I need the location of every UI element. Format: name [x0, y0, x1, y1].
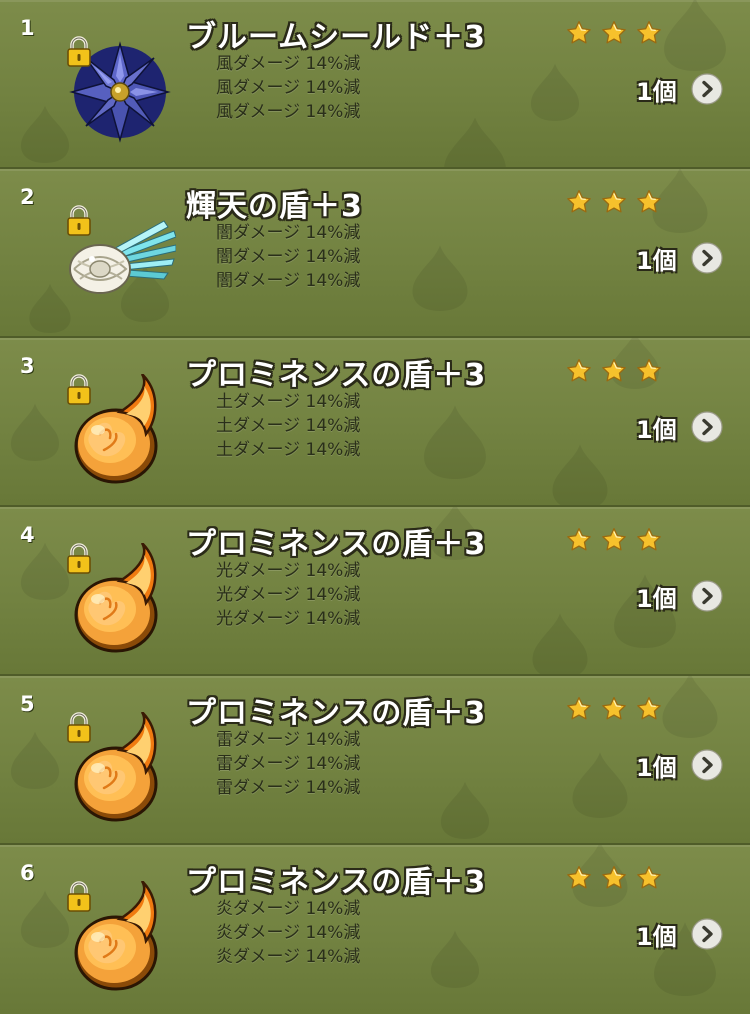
row-index: 5	[20, 692, 35, 716]
effect-list: 闇ダメージ 14%減 闇ダメージ 14%減 闇ダメージ 14%減	[216, 221, 360, 293]
effect-line: 光ダメージ 14%減	[216, 585, 361, 605]
star-icon	[636, 358, 662, 384]
star-icon	[566, 20, 592, 46]
effect-line: 土ダメージ 14%減	[216, 392, 361, 412]
lock-icon	[66, 543, 92, 575]
star-rating	[566, 358, 662, 384]
row-index: 6	[20, 861, 35, 885]
star-rating	[566, 20, 662, 46]
star-icon	[601, 189, 627, 215]
effect-line: 光ダメージ 14%減	[216, 609, 361, 629]
effect-line: 光ダメージ 14%減	[216, 561, 361, 581]
item-icon-container[interactable]	[64, 881, 176, 993]
star-icon	[636, 527, 662, 553]
effect-line: 土ダメージ 14%減	[216, 416, 361, 436]
effect-line: 炎ダメージ 14%減	[216, 947, 361, 967]
item-name: プロミネンスの盾＋3	[186, 358, 487, 393]
lock-icon	[66, 205, 92, 237]
effect-line: 風ダメージ 14%減	[216, 78, 361, 98]
row-index: 2	[20, 185, 35, 209]
star-icon	[601, 865, 627, 891]
chevron-right-icon[interactable]	[691, 73, 723, 105]
star-icon	[566, 189, 592, 215]
effect-line: 風ダメージ 14%減	[216, 54, 361, 74]
chevron-right-icon[interactable]	[691, 242, 723, 274]
equipment-list: 1 ブルームシールド＋3 風ダメージ 14%減 風ダメージ 14%減 風ダメージ…	[0, 0, 750, 1014]
equipment-row-3[interactable]: 3 プロミネンスの盾＋3 土ダメージ 14%減 土ダメージ 14%減 土ダメージ…	[0, 338, 750, 507]
effect-line: 闇ダメージ 14%減	[216, 223, 361, 243]
star-icon	[566, 865, 592, 891]
effect-line: 土ダメージ 14%減	[216, 440, 361, 460]
star-icon	[601, 20, 627, 46]
item-count: 1個	[636, 247, 677, 275]
lock-icon	[66, 881, 92, 913]
lock-icon	[66, 712, 92, 744]
star-icon	[636, 189, 662, 215]
item-name: プロミネンスの盾＋3	[186, 527, 487, 562]
star-icon	[601, 696, 627, 722]
star-icon	[601, 358, 627, 384]
item-name: プロミネンスの盾＋3	[186, 865, 487, 900]
effect-line: 炎ダメージ 14%減	[216, 923, 361, 943]
row-index: 1	[20, 16, 35, 40]
effect-line: 雷ダメージ 14%減	[216, 730, 361, 750]
item-icon-container[interactable]	[64, 712, 176, 824]
item-name: ブルームシールド＋3	[186, 20, 486, 55]
item-icon-container[interactable]	[64, 374, 176, 486]
effect-line: 風ダメージ 14%減	[216, 102, 361, 122]
item-name: プロミネンスの盾＋3	[186, 696, 487, 731]
star-icon	[566, 358, 592, 384]
effect-line: 闇ダメージ 14%減	[216, 271, 361, 291]
effect-list: 光ダメージ 14%減 光ダメージ 14%減 光ダメージ 14%減	[216, 559, 360, 631]
star-icon	[566, 696, 592, 722]
equipment-row-2[interactable]: 2 輝天の盾＋3 闇ダメージ 14%減 闇ダメージ 14%減 闇ダメージ 14%…	[0, 169, 750, 338]
item-count: 1個	[636, 585, 677, 613]
effect-line: 炎ダメージ 14%減	[216, 899, 361, 919]
item-count: 1個	[636, 923, 677, 951]
row-index: 4	[20, 523, 35, 547]
effect-line: 雷ダメージ 14%減	[216, 778, 361, 798]
star-icon	[636, 20, 662, 46]
effect-list: 炎ダメージ 14%減 炎ダメージ 14%減 炎ダメージ 14%減	[216, 897, 360, 969]
chevron-right-icon[interactable]	[691, 580, 723, 612]
equipment-row-6[interactable]: 6 プロミネンスの盾＋3 炎ダメージ 14%減 炎ダメージ 14%減 炎ダメージ…	[0, 845, 750, 1014]
equipment-row-4[interactable]: 4 プロミネンスの盾＋3 光ダメージ 14%減 光ダメージ 14%減 光ダメージ…	[0, 507, 750, 676]
lock-icon	[66, 374, 92, 406]
effect-list: 雷ダメージ 14%減 雷ダメージ 14%減 雷ダメージ 14%減	[216, 728, 360, 800]
chevron-right-icon[interactable]	[691, 411, 723, 443]
equipment-row-5[interactable]: 5 プロミネンスの盾＋3 雷ダメージ 14%減 雷ダメージ 14%減 雷ダメージ…	[0, 676, 750, 845]
chevron-right-icon[interactable]	[691, 749, 723, 781]
star-icon	[566, 527, 592, 553]
item-count: 1個	[636, 416, 677, 444]
row-index: 3	[20, 354, 35, 378]
item-icon-container[interactable]	[64, 543, 176, 655]
item-name: 輝天の盾＋3	[186, 189, 363, 224]
star-rating	[566, 696, 662, 722]
lock-icon	[66, 36, 92, 68]
effect-list: 土ダメージ 14%減 土ダメージ 14%減 土ダメージ 14%減	[216, 390, 360, 462]
star-rating	[566, 189, 662, 215]
item-icon-container[interactable]	[64, 205, 176, 317]
item-count: 1個	[636, 754, 677, 782]
effect-line: 雷ダメージ 14%減	[216, 754, 361, 774]
item-count: 1個	[636, 78, 677, 106]
effect-line: 闇ダメージ 14%減	[216, 247, 361, 267]
star-icon	[636, 865, 662, 891]
star-rating	[566, 865, 662, 891]
chevron-right-icon[interactable]	[691, 918, 723, 950]
equipment-row-1[interactable]: 1 ブルームシールド＋3 風ダメージ 14%減 風ダメージ 14%減 風ダメージ…	[0, 0, 750, 169]
star-icon	[636, 696, 662, 722]
star-icon	[601, 527, 627, 553]
star-rating	[566, 527, 662, 553]
item-icon-container[interactable]	[64, 36, 176, 148]
effect-list: 風ダメージ 14%減 風ダメージ 14%減 風ダメージ 14%減	[216, 52, 360, 124]
